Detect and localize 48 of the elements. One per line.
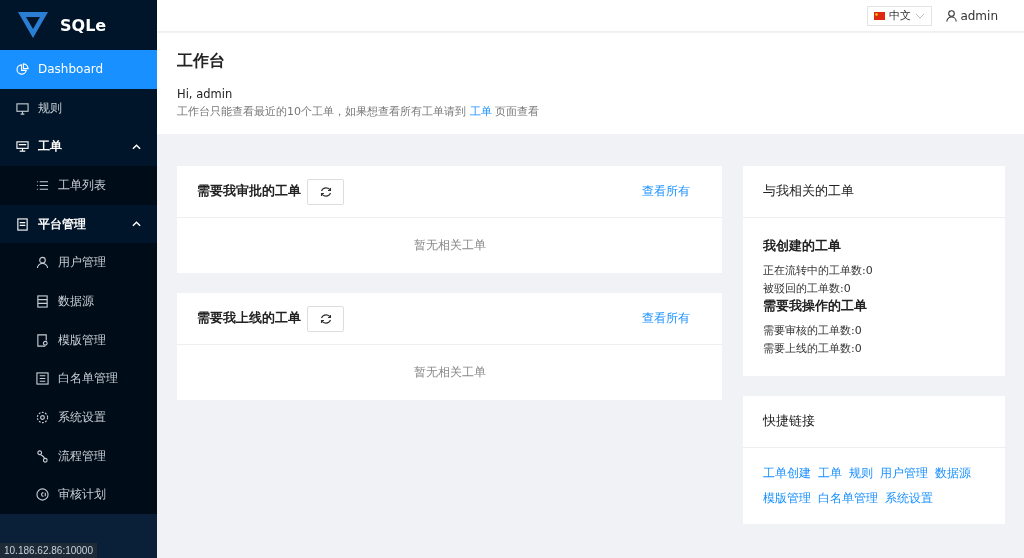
refresh-button[interactable] xyxy=(307,178,344,205)
count-text: 需要审核的工单数:0 xyxy=(763,323,863,339)
page-title: 工作台 xyxy=(177,51,226,72)
card-title: 与我相关的工单 xyxy=(763,183,854,200)
section-heading: 我创建的工单 xyxy=(763,238,842,255)
logo-icon xyxy=(16,10,50,40)
refresh-icon xyxy=(319,312,332,325)
chevron-down-icon xyxy=(915,12,926,19)
menu-item[interactable]: 模版管理 xyxy=(0,320,157,360)
user-icon xyxy=(36,256,49,270)
pie-icon xyxy=(16,62,29,76)
menu-item[interactable]: 工单列表 xyxy=(0,166,157,205)
status-url: 10.186.62.86:10000 xyxy=(0,543,97,558)
menu-item[interactable]: 平台管理 xyxy=(0,204,157,244)
user-menu[interactable]: admin xyxy=(946,8,998,23)
card-title: 需要我上线的工单 xyxy=(197,310,301,327)
logo-text: SQLe xyxy=(60,15,107,35)
empty-message: 暂无相关工单 xyxy=(412,237,487,254)
menu-item[interactable]: 审核计划 xyxy=(0,475,157,515)
card-title: 需要我审批的工单 xyxy=(197,183,301,200)
menu-item[interactable]: 系统设置 xyxy=(0,398,157,437)
menu-item[interactable]: 工单 xyxy=(0,127,157,167)
menu-item[interactable]: 流程管理 xyxy=(0,436,157,476)
user-icon xyxy=(946,9,958,22)
card-title: 快捷链接 xyxy=(763,413,815,430)
refresh-icon xyxy=(319,185,332,198)
count-text: 需要上线的工单数:0 xyxy=(763,341,863,357)
flag-icon xyxy=(874,11,886,20)
page-note: 工作台只能查看最近的10个工单，如果想查看所有工单请到 工单 页面查看 xyxy=(177,104,540,120)
menu-item[interactable]: 白名单管理 xyxy=(0,359,157,399)
refresh-button[interactable] xyxy=(307,305,344,332)
count-text: 正在流转中的工单数:0 xyxy=(763,263,874,279)
doc-icon xyxy=(16,217,29,231)
monitor-icon xyxy=(16,101,29,115)
greeting: Hi, admin xyxy=(177,86,234,103)
db-icon xyxy=(36,294,49,308)
chevron-up-icon xyxy=(132,143,141,150)
count-text: 被驳回的工单数:0 xyxy=(763,281,852,297)
gear-icon xyxy=(36,411,49,425)
flow-icon xyxy=(36,449,49,463)
menu-item[interactable]: 数据源 xyxy=(0,282,157,321)
empty-message: 暂无相关工单 xyxy=(412,364,487,381)
section-heading: 需要我操作的工单 xyxy=(763,298,868,315)
language-select[interactable]: 中文 xyxy=(867,5,933,26)
menu-item[interactable]: 用户管理 xyxy=(0,243,157,283)
chevron-up-icon xyxy=(132,221,141,228)
list-icon xyxy=(36,178,49,192)
menu-item[interactable]: 规则 xyxy=(0,88,157,128)
